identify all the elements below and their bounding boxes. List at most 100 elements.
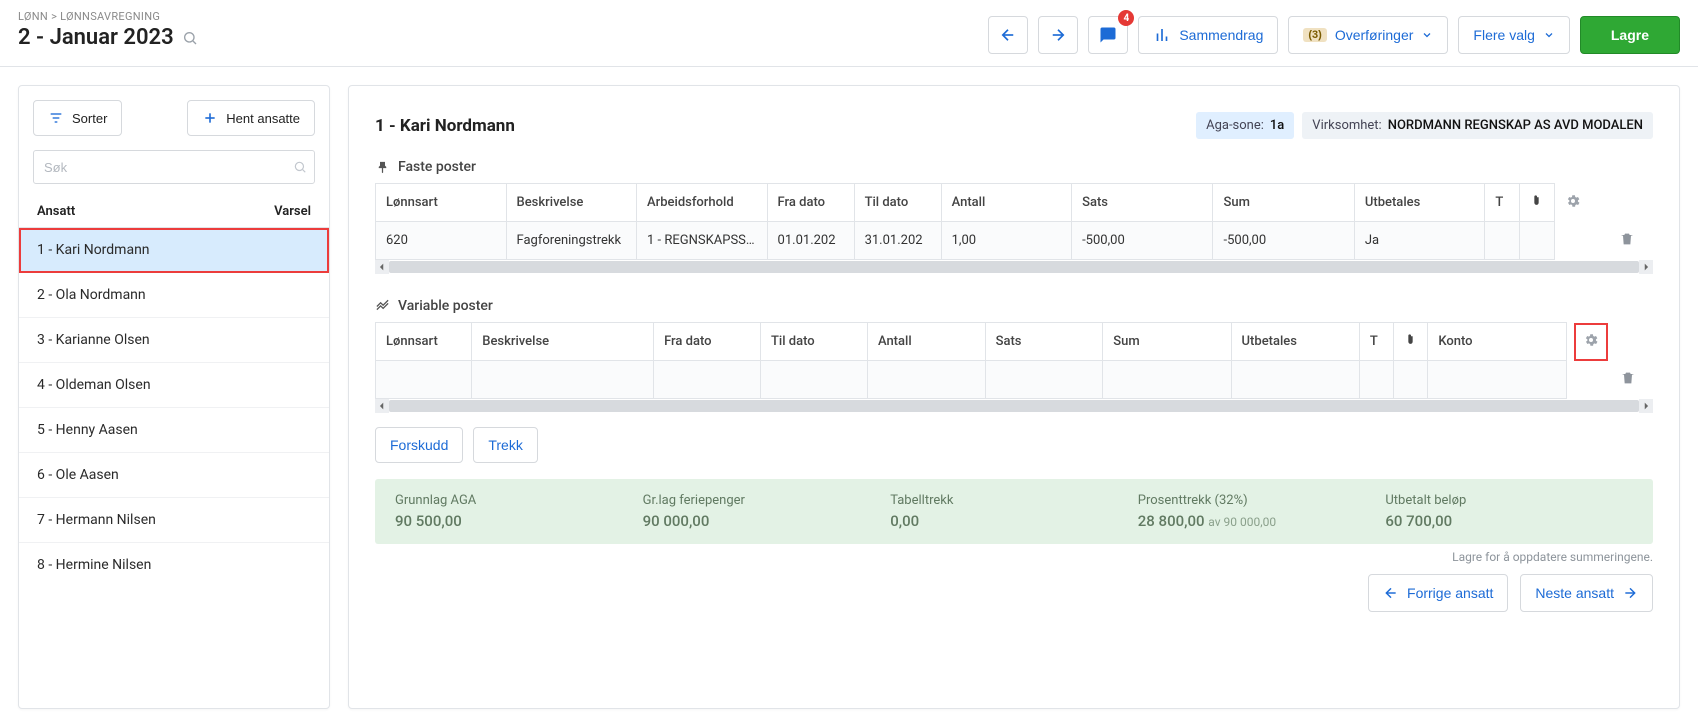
cell[interactable] xyxy=(1428,361,1567,399)
list-item[interactable]: 3 - Karianne Olsen xyxy=(19,318,329,363)
list-item[interactable]: 5 - Henny Aasen xyxy=(19,408,329,453)
cell[interactable] xyxy=(654,361,761,399)
app-body: Sorter Hent ansatte Ansatt Varsel 1 - Ka… xyxy=(0,67,1698,727)
col-sum[interactable]: Sum xyxy=(1103,323,1231,361)
list-item[interactable]: 8 - Hermine Nilsen xyxy=(19,543,329,587)
gear-icon xyxy=(1565,193,1581,209)
table-row[interactable] xyxy=(376,361,1653,399)
hscroll[interactable] xyxy=(375,399,1653,413)
cell[interactable] xyxy=(1103,361,1231,399)
trash-icon xyxy=(1620,370,1636,386)
aga-key: Aga-sone: xyxy=(1206,118,1264,133)
cell-til[interactable]: 31.01.202 xyxy=(854,222,941,260)
search-icon[interactable] xyxy=(182,30,198,46)
page-title: 2 - Januar 2023 xyxy=(18,25,174,50)
col-sum[interactable]: Sum xyxy=(1213,184,1354,222)
col-sats[interactable]: Sats xyxy=(985,323,1103,361)
fetch-employees-button[interactable]: Hent ansatte xyxy=(187,100,315,136)
scroll-left-icon[interactable] xyxy=(375,260,389,274)
col-t[interactable]: T xyxy=(1485,184,1520,222)
chip-group: Aga-sone: 1a Virksomhet: NORDMANN REGNSK… xyxy=(1196,112,1653,139)
plus-icon xyxy=(202,110,218,126)
cell-fra[interactable]: 01.01.202 xyxy=(767,222,854,260)
col-t[interactable]: T xyxy=(1359,323,1393,361)
cell[interactable] xyxy=(1359,361,1393,399)
col-utbetales[interactable]: Utbetales xyxy=(1354,184,1485,222)
cell-beskrivelse[interactable]: Fagforeningstrekk xyxy=(506,222,637,260)
col-attach xyxy=(1394,323,1428,361)
cell[interactable] xyxy=(1394,361,1428,399)
gear-icon xyxy=(1583,332,1599,348)
summary-button[interactable]: Sammendrag xyxy=(1138,16,1278,54)
col-lonnsart[interactable]: Lønnsart xyxy=(376,184,507,222)
table-row[interactable]: 620 Fagforeningstrekk 1 - REGNSKAPSSJI 0… xyxy=(376,222,1653,260)
cell-attach[interactable] xyxy=(1520,222,1555,260)
scroll-right-icon[interactable] xyxy=(1639,399,1653,413)
cell-delete[interactable] xyxy=(1609,222,1653,260)
cell-sum[interactable]: -500,00 xyxy=(1213,222,1354,260)
next-arrow-button[interactable] xyxy=(1038,16,1078,54)
col-til[interactable]: Til dato xyxy=(854,184,941,222)
next-employee-button[interactable]: Neste ansatt xyxy=(1520,574,1653,612)
list-item[interactable]: 6 - Ole Aasen xyxy=(19,453,329,498)
cell-t[interactable] xyxy=(1485,222,1520,260)
hscroll[interactable] xyxy=(375,260,1653,274)
cell-sats[interactable]: -500,00 xyxy=(1072,222,1213,260)
cell[interactable] xyxy=(867,361,985,399)
search-input[interactable] xyxy=(33,150,315,184)
sort-label: Sorter xyxy=(72,111,107,126)
cell[interactable] xyxy=(472,361,654,399)
summary-value: 90 500,00 xyxy=(395,512,643,530)
col-beskrivelse[interactable]: Beskrivelse xyxy=(506,184,637,222)
col-fra[interactable]: Fra dato xyxy=(767,184,854,222)
col-gear[interactable] xyxy=(1567,323,1610,361)
virk-value: NORDMANN REGNSKAP AS AVD MODALEN xyxy=(1388,118,1643,133)
list-item[interactable]: 7 - Hermann Nilsen xyxy=(19,498,329,543)
list-item[interactable]: 2 - Ola Nordmann xyxy=(19,273,329,318)
col-antall[interactable]: Antall xyxy=(867,323,985,361)
variable-section-label: Variable poster xyxy=(398,298,493,314)
col-antall[interactable]: Antall xyxy=(941,184,1072,222)
cell[interactable] xyxy=(376,361,472,399)
prev-employee-button[interactable]: Forrige ansatt xyxy=(1368,574,1508,612)
save-button[interactable]: Lagre xyxy=(1580,16,1680,54)
col-attach xyxy=(1520,184,1555,222)
more-options-label: Flere valg xyxy=(1473,27,1534,43)
col-arbeid[interactable]: Arbeidsforhold xyxy=(637,184,768,222)
summary-value: 60 700,00 xyxy=(1385,512,1633,530)
scroll-track[interactable] xyxy=(389,400,1639,412)
col-til[interactable]: Til dato xyxy=(761,323,868,361)
cell[interactable] xyxy=(985,361,1103,399)
col-gear[interactable] xyxy=(1554,184,1608,222)
breadcrumb-page[interactable]: LØNNSAVREGNING xyxy=(60,10,160,23)
col-konto[interactable]: Konto xyxy=(1428,323,1567,361)
cell[interactable] xyxy=(761,361,868,399)
transfers-button[interactable]: (3) Overføringer xyxy=(1288,16,1448,54)
breadcrumb-root[interactable]: LØNN xyxy=(18,10,48,23)
filter-icon xyxy=(48,110,64,126)
forskudd-button[interactable]: Forskudd xyxy=(375,427,463,463)
cell-lonnsart[interactable]: 620 xyxy=(376,222,507,260)
save-label: Lagre xyxy=(1611,27,1649,43)
cell-delete[interactable] xyxy=(1610,361,1653,399)
more-options-button[interactable]: Flere valg xyxy=(1458,16,1569,54)
cell-arbeid[interactable]: 1 - REGNSKAPSSJI xyxy=(637,222,768,260)
cell-utbetales[interactable]: Ja xyxy=(1354,222,1485,260)
cell-antall[interactable]: 1,00 xyxy=(941,222,1072,260)
scroll-left-icon[interactable] xyxy=(375,399,389,413)
scroll-track[interactable] xyxy=(389,261,1639,273)
sort-button[interactable]: Sorter xyxy=(33,100,122,136)
list-item[interactable]: 1 - Kari Nordmann xyxy=(19,228,329,273)
attachment-icon xyxy=(1404,333,1417,346)
col-lonnsart[interactable]: Lønnsart xyxy=(376,323,472,361)
scroll-right-icon[interactable] xyxy=(1639,260,1653,274)
prev-arrow-button[interactable] xyxy=(988,16,1028,54)
col-sats[interactable]: Sats xyxy=(1072,184,1213,222)
list-item[interactable]: 4 - Oldeman Olsen xyxy=(19,363,329,408)
col-beskrivelse[interactable]: Beskrivelse xyxy=(472,323,654,361)
col-utbetales[interactable]: Utbetales xyxy=(1231,323,1359,361)
trekk-button[interactable]: Trekk xyxy=(473,427,537,463)
col-fra[interactable]: Fra dato xyxy=(654,323,761,361)
summary-main: 28 800,00 xyxy=(1138,512,1205,530)
cell[interactable] xyxy=(1231,361,1359,399)
